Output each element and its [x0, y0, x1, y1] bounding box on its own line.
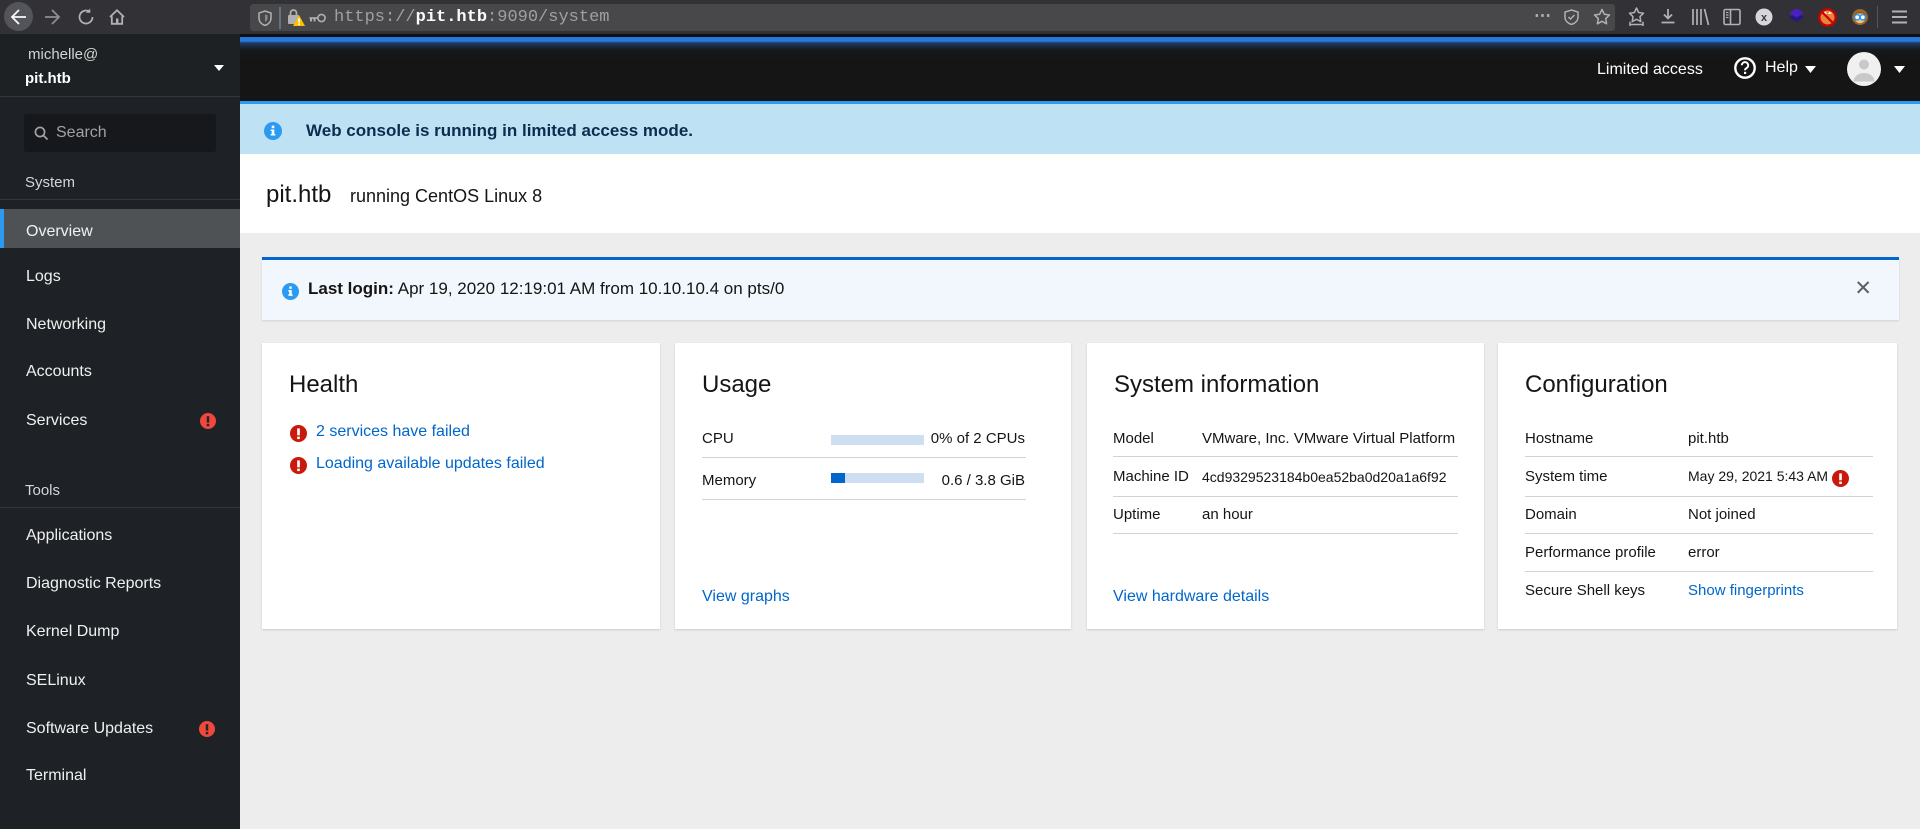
svg-text:x: x	[1761, 12, 1768, 24]
